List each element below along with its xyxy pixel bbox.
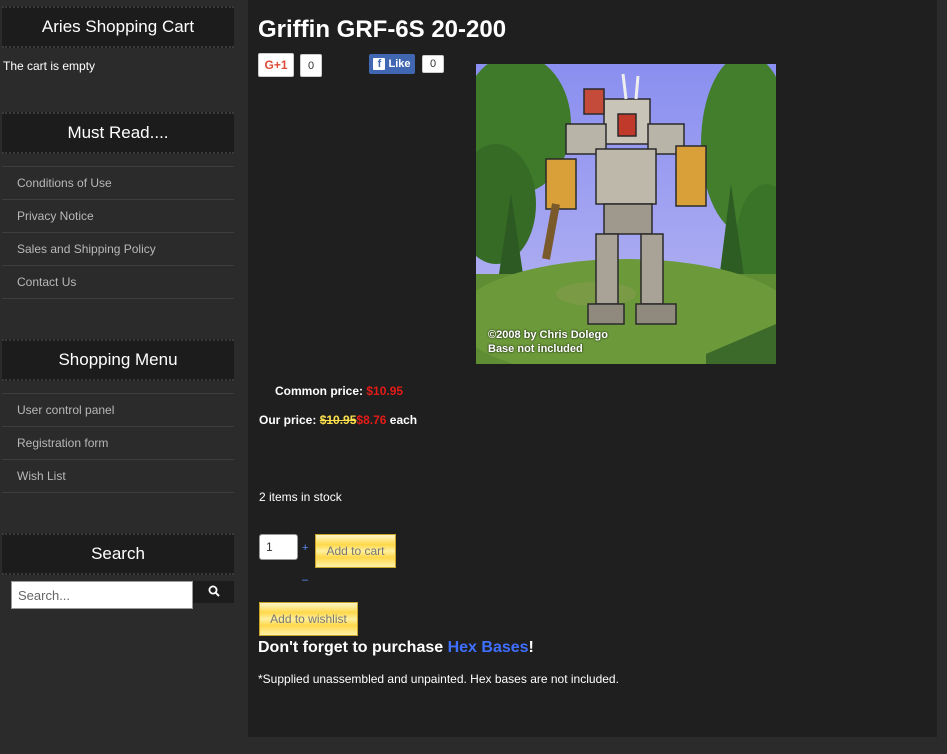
- gplus-count: 0: [300, 54, 322, 77]
- search-input[interactable]: [11, 581, 193, 609]
- reminder-text: Don't forget to purchase: [258, 639, 448, 656]
- common-price-value: $10.95: [366, 384, 404, 398]
- menu-item-contact-us[interactable]: Contact Us: [2, 265, 234, 299]
- quantity-increase[interactable]: +: [302, 542, 308, 554]
- menu-item-conditions-of-use[interactable]: Conditions of Use: [2, 166, 234, 199]
- image-base-note: Base not included: [488, 343, 583, 355]
- mech-miniature-image: [476, 64, 776, 364]
- product-title: Griffin GRF-6S 20-200: [258, 16, 507, 43]
- add-to-wishlist-button[interactable]: Add to wishlist: [259, 602, 358, 636]
- facebook-like-label: Like: [388, 58, 411, 70]
- cart-box-title: Aries Shopping Cart: [2, 6, 234, 48]
- search-button[interactable]: [193, 581, 234, 603]
- facebook-like-count: 0: [422, 55, 444, 73]
- product-image[interactable]: ©2008 by Chris Dolego Base not included: [476, 64, 776, 364]
- sidebar: Aries Shopping Cart The cart is empty Mu…: [0, 0, 240, 754]
- common-price: Common price: $10.95: [275, 384, 403, 398]
- facebook-icon: f: [373, 58, 386, 70]
- gplus-button[interactable]: G+1: [258, 53, 294, 77]
- our-price-suffix: each: [389, 413, 418, 427]
- menu-item-registration-form[interactable]: Registration form: [2, 426, 234, 459]
- menu-item-sales-shipping-policy[interactable]: Sales and Shipping Policy: [2, 232, 234, 265]
- common-price-label: Common price:: [275, 384, 364, 398]
- menu-item-wish-list[interactable]: Wish List: [2, 459, 234, 493]
- must-read-title: Must Read....: [2, 112, 234, 154]
- add-to-cart-button[interactable]: Add to cart: [315, 534, 396, 568]
- must-read-menu: Conditions of Use Privacy Notice Sales a…: [2, 166, 234, 299]
- cart-status: The cart is empty: [3, 59, 96, 73]
- hex-bases-reminder: Don't forget to purchase Hex Bases!: [258, 639, 534, 657]
- product-panel: Griffin GRF-6S 20-200 G+1 0 f Like 0 ©20…: [248, 0, 937, 737]
- image-copyright: ©2008 by Chris Dolego: [488, 329, 608, 341]
- menu-item-user-control-panel[interactable]: User control panel: [2, 393, 234, 426]
- shopping-menu-title: Shopping Menu: [2, 339, 234, 381]
- shopping-menu: User control panel Registration form Wis…: [2, 393, 234, 493]
- our-price: Our price: $10.95$8.76 each: [259, 413, 417, 427]
- our-price-new: $8.76: [356, 413, 387, 427]
- hex-bases-link[interactable]: Hex Bases: [448, 639, 529, 656]
- search-icon: [208, 585, 220, 597]
- our-price-old: $10.95: [319, 413, 357, 427]
- image-caption: ©2008 by Chris Dolego Base not included: [488, 328, 608, 356]
- search-row: [11, 581, 234, 609]
- menu-item-privacy-notice[interactable]: Privacy Notice: [2, 199, 234, 232]
- quantity-decrease[interactable]: –: [302, 574, 308, 586]
- quantity-input[interactable]: [259, 534, 298, 560]
- assembly-note: *Supplied unassembled and unpainted. Hex…: [258, 672, 619, 686]
- search-box-title: Search: [2, 533, 234, 575]
- stock-status: 2 items in stock: [259, 490, 342, 504]
- facebook-like-button[interactable]: f Like: [369, 54, 415, 74]
- reminder-exclamation: !: [528, 639, 534, 656]
- our-price-label: Our price:: [259, 413, 317, 427]
